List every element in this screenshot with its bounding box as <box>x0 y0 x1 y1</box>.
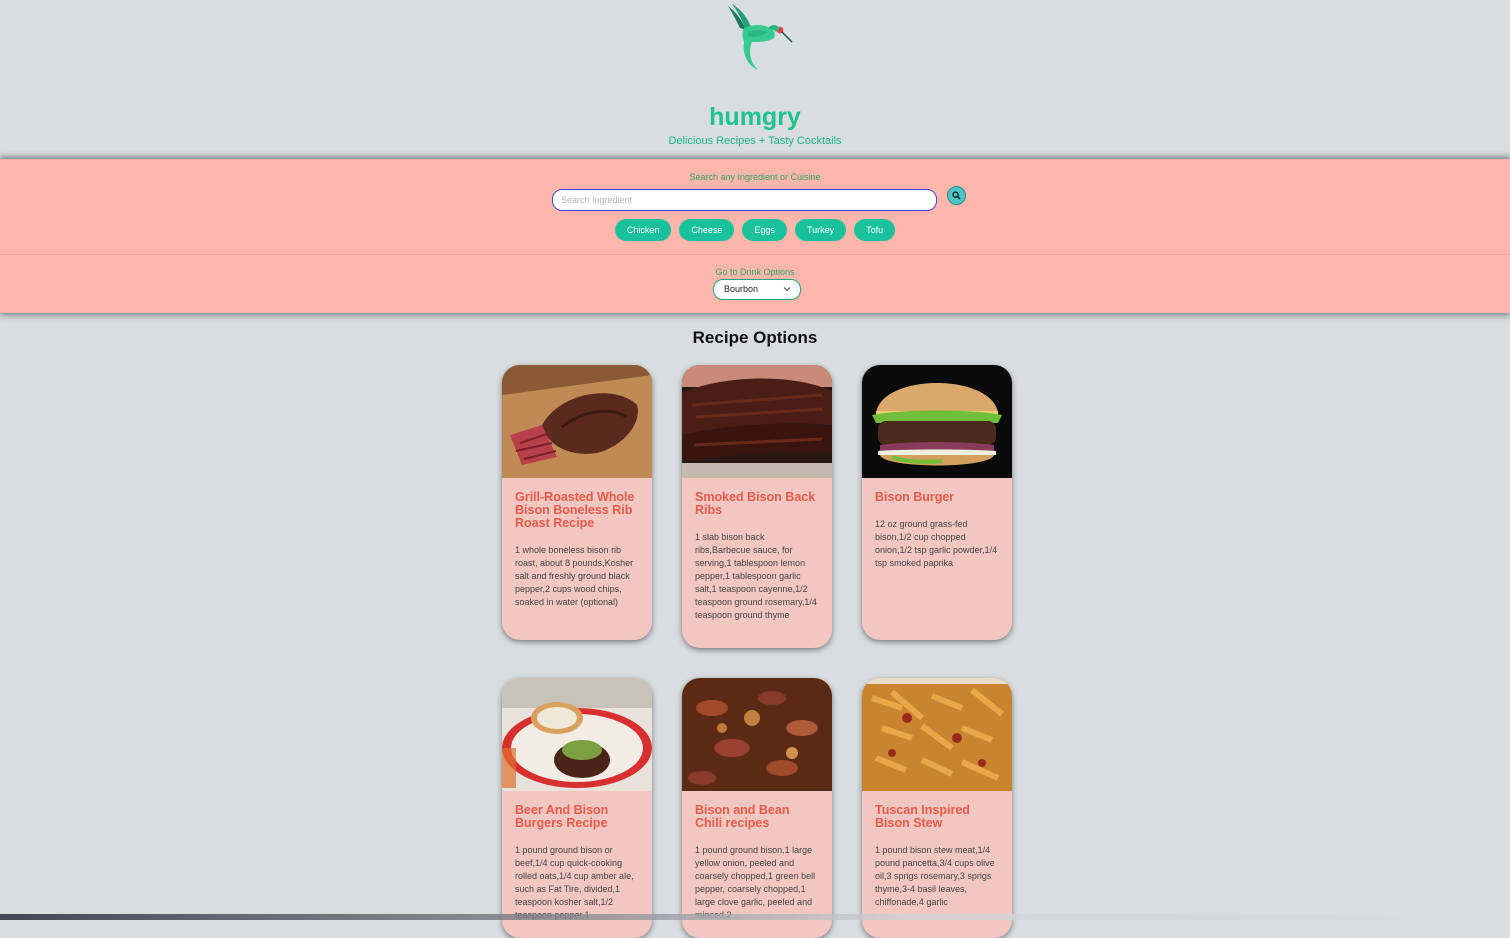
search-button[interactable] <box>947 186 966 205</box>
recipe-ingredients: 1 pound bison stew meat,1/4 pound pancet… <box>875 845 995 907</box>
chevron-down-icon <box>783 287 791 292</box>
recipe-image-tuscan-bison-stew <box>862 678 1012 791</box>
recipe-image-beer-bison-burgers <box>502 678 652 791</box>
search-input[interactable] <box>552 189 937 211</box>
site-header: humgry Delicious Recipes + Tasty Cocktai… <box>0 0 1510 155</box>
recipe-card[interactable]: Grill-Roasted Whole Bison Boneless Rib R… <box>502 365 652 640</box>
chip-cheese[interactable]: Cheese <box>679 219 735 241</box>
ingredient-chips: Chicken Cheese Eggs Turkey Tofu <box>0 219 1510 241</box>
search-label: Search any Ingredient or Cuisine <box>689 172 821 182</box>
brand-name[interactable]: humgry <box>0 103 1510 132</box>
recipe-card[interactable]: Bison Burger 12 oz ground grass-fed biso… <box>862 365 1012 640</box>
recipe-title[interactable]: Bison Burger <box>862 478 1012 504</box>
recipe-card[interactable]: Bison and Bean Chili recipes 1 pound gro… <box>682 678 832 938</box>
window-bottom-edge <box>0 914 1510 920</box>
recipe-ingredients: 1 pound ground bison,1 large yellow onio… <box>695 845 816 920</box>
recipe-title[interactable]: Grill-Roasted Whole Bison Boneless Rib R… <box>502 478 652 530</box>
recipe-card[interactable]: Beer And Bison Burgers Recipe 1 pound gr… <box>502 678 652 938</box>
recipe-ingredients: 1 whole boneless bison rib roast, about … <box>515 545 634 607</box>
search-panel: Search any Ingredient or Cuisine Chicken… <box>0 159 1510 313</box>
drink-select-value: Bourbon <box>724 284 759 294</box>
section-title: Recipe Options <box>692 328 818 347</box>
recipe-ingredients: 1 pound ground bison or beef,1/4 cup qui… <box>515 845 634 920</box>
chip-turkey[interactable]: Turkey <box>794 219 847 241</box>
chip-chicken[interactable]: Chicken <box>614 219 672 241</box>
recipe-ingredients: 1 slab bison back ribs,Barbecue sauce, f… <box>695 532 817 620</box>
recipe-ingredients: 12 oz ground grass-fed bison,1/2 cup cho… <box>875 519 998 568</box>
chip-eggs[interactable]: Eggs <box>742 219 787 241</box>
drink-select[interactable]: Bourbon <box>713 279 801 300</box>
recipe-image-bison-bean-chili <box>682 678 832 791</box>
brand-tagline: Delicious Recipes + Tasty Cocktails <box>668 135 842 147</box>
recipe-image-back-ribs <box>682 365 832 478</box>
drink-options-label: Go to Drink Options <box>715 267 795 277</box>
recipe-image-rib-roast <box>502 365 652 478</box>
recipe-title[interactable]: Bison and Bean Chili recipes <box>682 791 832 830</box>
recipe-title[interactable]: Smoked Bison Back Ribs <box>682 478 832 517</box>
recipe-card[interactable]: Tuscan Inspired Bison Stew 1 pound bison… <box>862 678 1012 938</box>
search-icon <box>952 191 961 200</box>
chip-tofu[interactable]: Tofu <box>854 219 896 241</box>
recipe-image-bison-burger <box>862 365 1012 478</box>
recipe-card[interactable]: Smoked Bison Back Ribs 1 slab bison back… <box>682 365 832 648</box>
recipe-title[interactable]: Tuscan Inspired Bison Stew <box>862 791 1012 830</box>
recipe-title[interactable]: Beer And Bison Burgers Recipe <box>502 791 652 830</box>
hummingbird-logo-icon <box>728 4 793 70</box>
divider <box>0 254 1510 255</box>
